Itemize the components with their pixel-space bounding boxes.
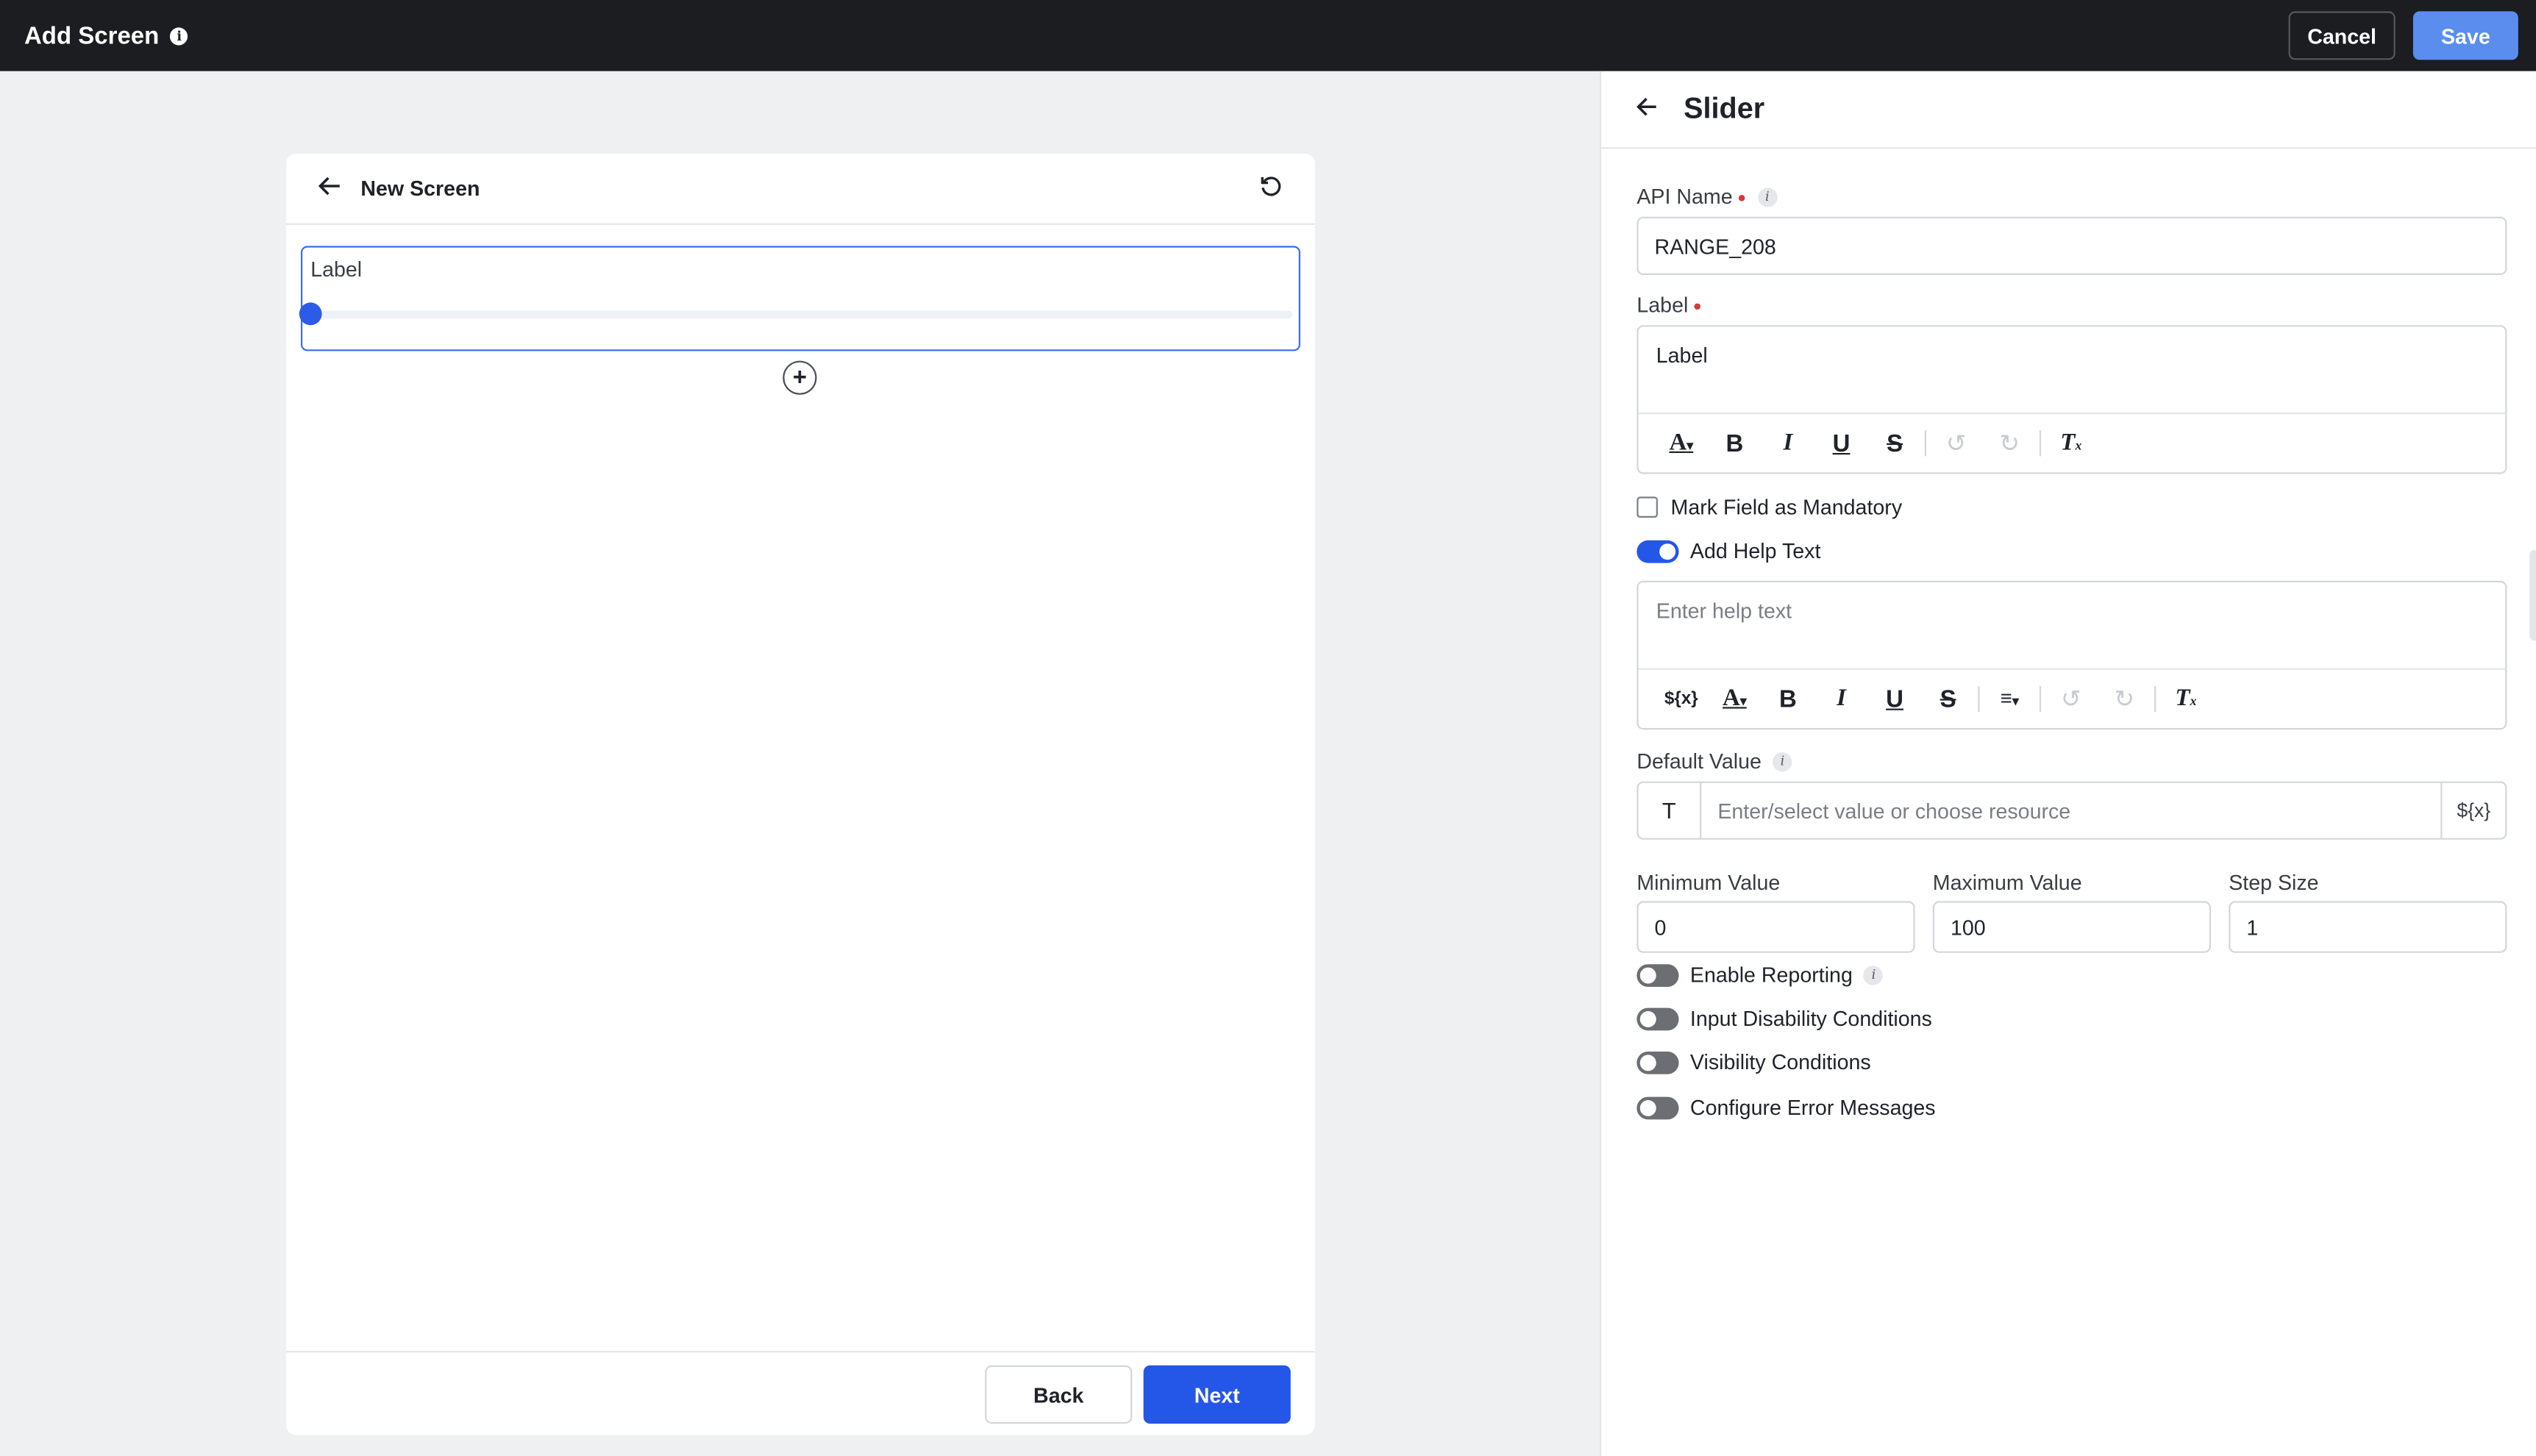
default-value-label: Default Value i [1636,749,1792,774]
enable-reporting-label: Enable Reporting [1689,963,1853,987]
label-label: Label ● [1636,293,1702,317]
panel-header: Slider [1600,71,2536,149]
enable-reporting-toggle[interactable] [1636,963,1679,986]
visibility-conditions-row[interactable]: Visibility Conditions [1636,1049,1871,1074]
cancel-button[interactable]: Cancel [2288,11,2396,60]
api-name-input[interactable]: RANGE_208 [1636,216,2507,275]
toolbar-divider [1978,685,1980,712]
default-value-input[interactable]: Enter/select value or choose resource [1701,783,2440,838]
slider-handle[interactable] [299,302,322,326]
preview-canvas: New Screen Label + Back Next [0,71,1600,1456]
help-text-input[interactable]: Enter help text [1638,582,2506,670]
back-arrow-icon[interactable] [318,174,341,204]
align-icon[interactable]: ≡▾ [1983,686,2037,712]
screen-card: New Screen Label + Back Next [286,154,1315,1435]
screen-header: New Screen [286,154,1315,225]
min-value-group: Minimum Value 0 [1636,871,1915,953]
label-editor-input[interactable]: Label [1638,326,2506,415]
strikethrough-icon[interactable]: S [1921,685,1975,713]
italic-icon[interactable]: I [1762,429,1815,457]
clear-format-icon[interactable]: Tx [2159,685,2213,713]
screen-name: New Screen [360,176,480,201]
visibility-conditions-label: Visibility Conditions [1689,1049,1871,1074]
toolbar-divider [1924,430,1926,457]
enable-reporting-row[interactable]: Enable Reporting i [1636,963,1884,987]
step-size-group: Step Size 1 [2229,871,2507,953]
label-label-text: Label [1636,293,1689,318]
label-editor-toolbar: A▾ B I U S ↺ ↻ Tx [1639,414,2506,472]
slider-field[interactable]: Label [299,246,1300,351]
mandatory-checkbox-row[interactable]: Mark Field as Mandatory [1636,495,1902,519]
type-selector[interactable]: T [1639,782,1702,838]
refresh-icon[interactable] [1260,172,1283,204]
info-icon[interactable]: i [1864,965,1884,985]
help-text-toggle[interactable] [1636,539,1679,563]
toolbar-divider [2039,430,2042,457]
api-name-label: API Name ● i [1636,185,1777,209]
variable-icon[interactable]: ${x} [1655,689,1709,708]
italic-icon[interactable]: I [1814,685,1868,713]
toolbar-divider [2154,685,2156,712]
next-button[interactable]: Next [1143,1365,1291,1424]
api-name-label-text: API Name [1636,184,1733,209]
text-color-icon[interactable]: A▾ [1655,429,1709,457]
page-title: Add Screen [24,21,160,50]
min-value-input[interactable]: 0 [1636,901,1915,953]
step-size-input[interactable]: 1 [2229,901,2507,953]
error-messages-label: Configure Error Messages [1689,1095,1936,1120]
step-size-label: Step Size [2229,870,2319,895]
strikethrough-icon[interactable]: S [1868,429,1922,457]
info-icon[interactable]: i [1757,187,1777,207]
underline-icon[interactable]: U [1868,685,1922,713]
back-button[interactable]: Back [985,1365,1133,1424]
mandatory-label: Mark Field as Mandatory [1670,495,1903,520]
default-value-label-text: Default Value [1636,749,1762,774]
bold-icon[interactable]: B [1762,685,1815,713]
add-field-button[interactable]: + [783,360,817,395]
back-arrow-icon[interactable] [1636,96,1658,123]
screen-footer: Back Next [286,1351,1315,1435]
error-messages-row[interactable]: Configure Error Messages [1636,1095,1936,1120]
max-value-label: Maximum Value [1932,870,2082,895]
help-text-toggle-label: Add Help Text [1689,538,1821,563]
info-icon[interactable]: i [170,26,188,45]
input-disability-toggle[interactable] [1636,1007,1679,1030]
help-editor-toolbar: ${x} A▾ B I U S ≡▾ ↺ ↻ Tx [1639,670,2506,728]
underline-icon[interactable]: U [1814,429,1868,457]
input-disability-row[interactable]: Input Disability Conditions [1636,1006,1932,1031]
properties-panel: Slider API Name ● i RANGE_208 Label ● La… [1599,71,2536,1456]
panel-title: Slider [1684,92,1765,125]
text-color-icon[interactable]: A▾ [1708,685,1762,713]
panel-edge-handle[interactable] [2529,550,2536,641]
slider-track[interactable] [312,310,1292,319]
visibility-conditions-toggle[interactable] [1636,1050,1679,1074]
default-value-field: T Enter/select value or choose resource … [1636,781,2507,840]
bold-icon[interactable]: B [1708,429,1762,457]
save-button[interactable]: Save [2412,11,2518,60]
input-disability-label: Input Disability Conditions [1689,1006,1932,1031]
slider-label: Label [310,257,363,282]
help-text-toggle-row[interactable]: Add Help Text [1636,539,1820,563]
required-marker: ● [1737,188,1747,205]
label-editor: Label A▾ B I U S ↺ ↻ Tx [1636,325,2507,474]
undo-icon[interactable]: ↺ [1929,428,1983,459]
redo-icon[interactable]: ↻ [2098,684,2151,715]
undo-icon[interactable]: ↺ [2045,684,2098,715]
max-value-input[interactable]: 100 [1932,901,2212,953]
variable-icon[interactable]: ${x} [2440,782,2505,838]
error-messages-toggle[interactable] [1636,1096,1679,1119]
clear-format-icon[interactable]: Tx [2045,429,2098,457]
toolbar-divider [2039,685,2042,712]
help-text-editor: Enter help text ${x} A▾ B I U S ≡▾ ↺ ↻ T… [1636,580,2507,730]
info-icon[interactable]: i [1773,751,1792,771]
mandatory-checkbox[interactable] [1636,496,1658,518]
required-marker: ● [1692,296,1702,313]
min-value-label: Minimum Value [1636,870,1781,895]
max-value-group: Maximum Value 100 [1932,870,2212,953]
top-bar: Add Screen i Cancel Save [0,0,2536,71]
plus-icon: + [792,364,808,392]
redo-icon[interactable]: ↻ [1983,428,2037,459]
